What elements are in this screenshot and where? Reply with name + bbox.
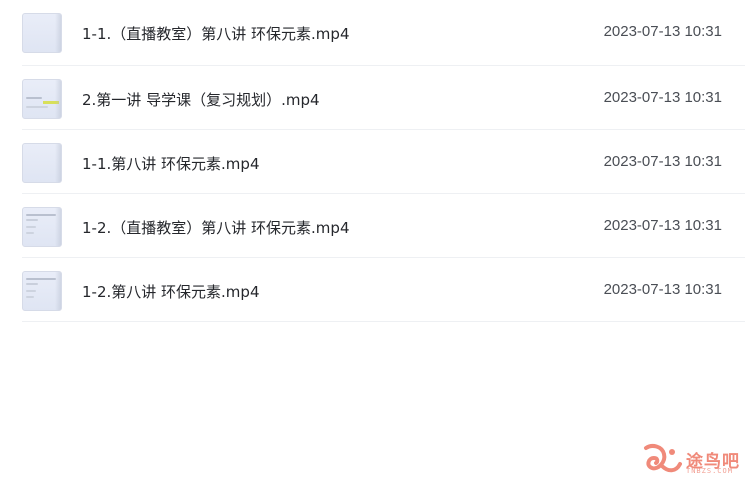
file-name[interactable]: 1-1.（直播教室）第八讲 环保元素.mp4: [82, 23, 349, 44]
file-name[interactable]: 1-2.第八讲 环保元素.mp4: [82, 281, 259, 302]
video-thumbnail[interactable]: [22, 143, 62, 183]
file-row[interactable]: 1-2.（直播教室）第八讲 环保元素.mp4 2023-07-13 10:31: [22, 194, 745, 258]
file-modified-date: 2023-07-13 10:31: [603, 217, 722, 234]
file-name[interactable]: 1-2.（直播教室）第八讲 环保元素.mp4: [82, 217, 349, 238]
video-thumbnail[interactable]: [22, 207, 62, 247]
file-row[interactable]: 1-2.第八讲 环保元素.mp4 2023-07-13 10:31: [22, 258, 745, 322]
bird-logo-icon: [644, 444, 682, 473]
video-thumbnail[interactable]: [22, 13, 62, 53]
file-name[interactable]: 2.第一讲 导学课（复习规划）.mp4: [82, 89, 320, 110]
file-row[interactable]: 2.第一讲 导学课（复习规划）.mp4 2023-07-13 10:31: [22, 66, 745, 130]
watermark-subtext: TNBZS.COM: [686, 467, 733, 475]
watermark: 途鸟吧 TNBZS.COM: [642, 442, 742, 478]
file-modified-date: 2023-07-13 10:31: [603, 89, 722, 106]
file-row[interactable]: 1-1.第八讲 环保元素.mp4 2023-07-13 10:31: [22, 130, 745, 194]
file-row[interactable]: 1-1.（直播教室）第八讲 环保元素.mp4 2023-07-13 10:31: [22, 0, 745, 66]
file-modified-date: 2023-07-13 10:31: [603, 153, 722, 170]
file-modified-date: 2023-07-13 10:31: [603, 281, 722, 298]
file-list: 1-1.（直播教室）第八讲 环保元素.mp4 2023-07-13 10:31 …: [0, 0, 745, 322]
file-modified-date: 2023-07-13 10:31: [603, 23, 722, 40]
video-thumbnail[interactable]: [22, 271, 62, 311]
video-thumbnail[interactable]: [22, 79, 62, 119]
file-name[interactable]: 1-1.第八讲 环保元素.mp4: [82, 153, 259, 174]
